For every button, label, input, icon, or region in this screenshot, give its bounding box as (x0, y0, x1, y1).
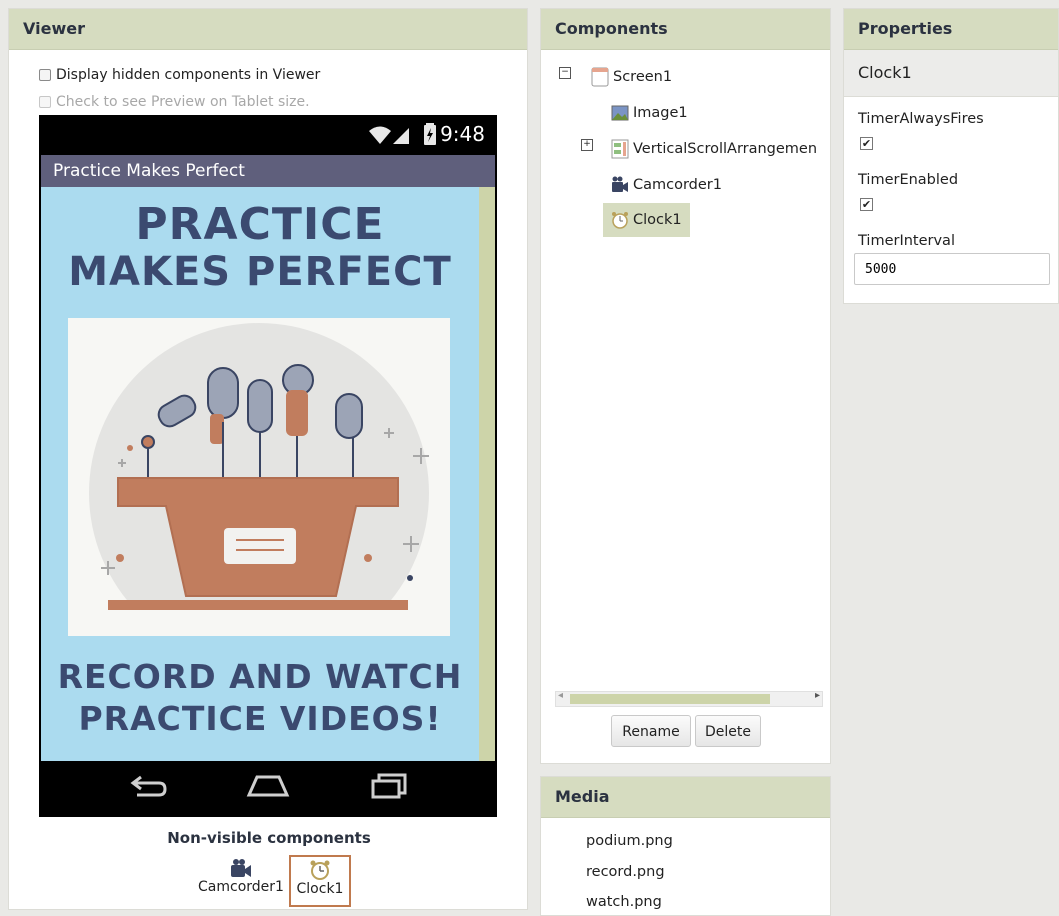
tablet-preview-row[interactable]: Check to see Preview on Tablet size. (39, 94, 310, 110)
viewer-panel: Viewer Display hidden components in View… (8, 8, 528, 910)
display-hidden-label: Display hidden components in Viewer (56, 67, 321, 83)
image-icon (611, 105, 629, 121)
timer-interval-input[interactable] (854, 253, 1050, 285)
timer-enabled-checkbox[interactable]: ✔ (860, 198, 873, 211)
display-hidden-checkbox[interactable] (39, 69, 51, 81)
screen-scrollbar[interactable] (479, 187, 495, 761)
tree-item-camcorder1[interactable]: Camcorder1 (611, 175, 722, 195)
camcorder-icon (612, 176, 628, 192)
home-icon (246, 775, 290, 797)
collapse-screen1-icon[interactable]: − (559, 67, 571, 79)
scroll-right-icon[interactable]: ▸ (815, 690, 820, 701)
phone-preview: 9:48 Practice Makes Perfect PRACTICE MAK… (39, 115, 497, 817)
tablet-preview-checkbox[interactable] (39, 96, 51, 108)
rename-button[interactable]: Rename (611, 715, 691, 747)
tree-item-label: Clock1 (633, 212, 682, 228)
nonvisible-clock[interactable]: Clock1 (289, 855, 351, 907)
screen-icon (591, 67, 609, 87)
tree-item-label: Image1 (633, 105, 688, 121)
nonvisible-camcorder[interactable]: Camcorder1 (191, 857, 291, 895)
tree-item-clock1[interactable]: Clock1 (603, 203, 690, 237)
clock-icon (310, 860, 330, 880)
back-icon (130, 775, 167, 797)
media-file[interactable]: record.png (586, 864, 665, 880)
phone-status-bar: 9:48 (39, 115, 497, 155)
nonvisible-camcorder-label: Camcorder1 (198, 879, 284, 895)
signal-wifi-icon (369, 126, 409, 144)
timer-always-fires-label: TimerAlwaysFires (858, 111, 984, 127)
clock-icon (612, 212, 628, 229)
components-panel: Components − Screen1 Image1 + VerticalSc… (540, 8, 831, 764)
hscroll-thumb[interactable] (570, 694, 770, 704)
tree-item-label: VerticalScrollArrangemen (633, 141, 818, 157)
tree-item-screen1[interactable]: Screen1 (591, 67, 672, 87)
timer-enabled-label: TimerEnabled (858, 172, 959, 188)
tablet-preview-label: Check to see Preview on Tablet size. (56, 94, 310, 110)
tree-item-verticalscroll[interactable]: VerticalScrollArrangemen (611, 139, 817, 159)
properties-panel: Properties Clock1 TimerAlwaysFires ✔ Tim… (843, 8, 1059, 304)
app-title-bar: Practice Makes Perfect (41, 155, 495, 187)
recents-icon (371, 773, 407, 799)
podium-illustration (68, 323, 450, 663)
media-file[interactable]: watch.png (586, 894, 662, 910)
components-hscrollbar[interactable]: ◂ ▸ (555, 690, 823, 707)
phone-nav-bar (39, 761, 497, 817)
nonvisible-title: Non-visible components (167, 829, 371, 847)
media-file[interactable]: podium.png (586, 833, 673, 849)
tree-item-image1[interactable]: Image1 (611, 103, 688, 123)
viewer-header: Viewer (9, 9, 527, 50)
delete-button[interactable]: Delete (695, 715, 761, 747)
scroll-left-icon[interactable]: ◂ (558, 690, 563, 701)
headline-line-2: MAKES PERFECT (68, 249, 452, 295)
timer-interval-label: TimerInterval (858, 233, 955, 249)
footer-line-2: PRACTICE VIDEOS! (78, 699, 442, 738)
timer-always-fires-checkbox[interactable]: ✔ (860, 137, 873, 150)
display-hidden-row[interactable]: Display hidden components in Viewer (39, 67, 320, 83)
footer-line-1: RECORD AND WATCH (57, 657, 463, 696)
battery-icon (424, 123, 436, 145)
media-header: Media (541, 777, 830, 818)
components-header: Components (541, 9, 830, 50)
tree-item-label: Screen1 (613, 69, 673, 85)
headline-line-1: PRACTICE (135, 199, 385, 250)
status-time: 9:48 (440, 122, 485, 146)
nonvisible-clock-label: Clock1 (296, 881, 344, 897)
expand-vsa-icon[interactable]: + (581, 139, 593, 151)
properties-header: Properties (844, 9, 1058, 50)
tree-item-label: Camcorder1 (633, 177, 722, 193)
camcorder-icon (231, 859, 251, 877)
image1-podium[interactable] (68, 318, 450, 663)
vertical-scroll-icon (611, 139, 629, 159)
screen-canvas: PRACTICE MAKES PERFECT RECORD AND WATCH … (41, 187, 495, 761)
media-panel: Media podium.png record.png watch.png (540, 776, 831, 916)
selected-component-name: Clock1 (844, 50, 1058, 97)
